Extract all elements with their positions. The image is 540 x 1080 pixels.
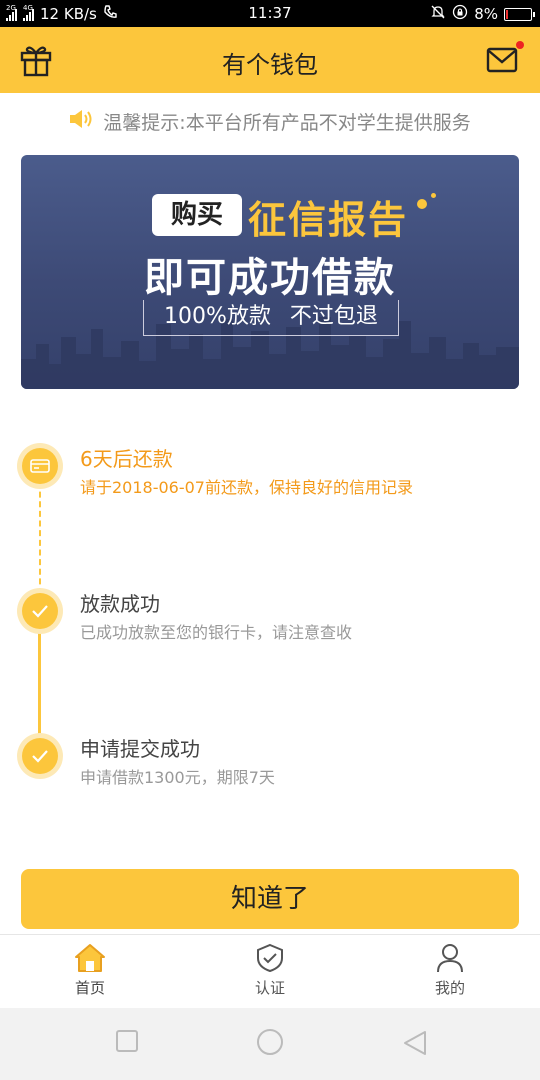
buy-label: 购买 <box>152 194 242 236</box>
tab-label: 认证 <box>254 979 285 997</box>
timeline-desc: 已成功放款至您的银行卡，请注意查收 <box>80 623 353 642</box>
status-right: 8% <box>430 4 535 24</box>
back-triangle-icon[interactable] <box>402 1030 428 1060</box>
speaker-icon <box>69 108 95 135</box>
bottom-tab-bar: 首页 认证 我的 <box>0 934 540 1008</box>
lock-rotation-icon <box>452 4 468 24</box>
notice-bar: 温馨提示:本平台所有产品不对学生提供服务 <box>0 108 540 140</box>
promo-banner[interactable]: 购买 征信报告 即可成功借款 100%放款 不过包退 <box>21 155 519 389</box>
page-title: 有个钱包 <box>222 51 318 79</box>
check-icon <box>22 593 58 629</box>
timeline-desc: 请于2018-06-07前还款，保持良好的信用记录 <box>80 478 413 497</box>
card-icon <box>22 448 58 484</box>
timeline-title: 申请提交成功 <box>80 737 200 761</box>
banner-headline: 即可成功借款 <box>144 255 396 301</box>
tab-label: 首页 <box>74 979 105 997</box>
home-icon <box>75 944 105 972</box>
check-icon <box>22 738 58 774</box>
battery-percent: 8% <box>474 5 498 23</box>
tab-mine[interactable]: 我的 <box>400 943 500 998</box>
timeline-title: 6天后还款 <box>80 447 173 471</box>
unread-badge <box>516 41 524 49</box>
banner-subline: 100%放款 不过包退 <box>143 300 399 336</box>
timeline-solid-connector <box>38 626 41 738</box>
square-icon[interactable] <box>116 1030 138 1056</box>
mail-icon[interactable] <box>486 41 524 75</box>
got-it-button[interactable]: 知道了 <box>21 869 519 929</box>
status-bar: 2G 4G 12 KB/s 11:37 8% <box>0 0 540 27</box>
system-nav-bar <box>0 1008 540 1080</box>
battery-icon <box>504 7 535 21</box>
circle-icon[interactable] <box>256 1028 284 1060</box>
tab-verify[interactable]: 认证 <box>220 943 320 998</box>
banner-dot-small <box>431 193 436 198</box>
app-header: 有个钱包 <box>0 27 540 93</box>
person-icon <box>437 944 463 973</box>
notice-text: 温馨提示:本平台所有产品不对学生提供服务 <box>103 112 471 134</box>
battery-level <box>506 9 508 19</box>
tab-home[interactable]: 首页 <box>40 943 140 998</box>
bell-muted-icon <box>430 4 446 24</box>
timeline-title: 放款成功 <box>80 592 160 616</box>
timeline-desc: 申请借款1300元，期限7天 <box>80 768 275 787</box>
banner-dot-large <box>417 199 427 209</box>
timeline-dashed-connector <box>39 482 41 594</box>
shield-check-icon <box>257 943 283 973</box>
report-label: 征信报告 <box>248 198 409 242</box>
tab-label: 我的 <box>434 979 465 997</box>
